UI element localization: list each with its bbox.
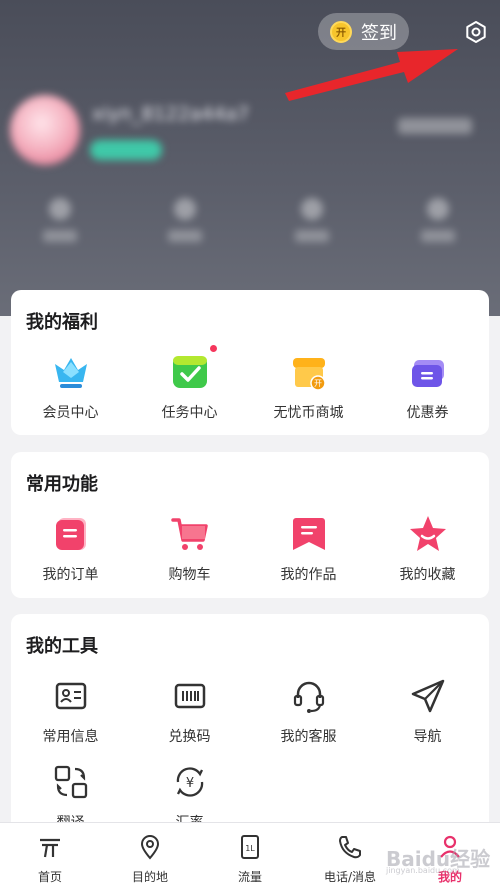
headset-icon [293,681,324,713]
signin-button[interactable]: 开 签到 [318,13,409,50]
tools-card: 我的工具 常用信息 兑换码 我的客服 导航 ¥ [11,614,489,839]
item-label: 兑换码 [168,729,211,745]
location-pin-icon [140,835,160,860]
signin-label: 签到 [361,22,397,44]
paper-plane-icon [411,679,444,713]
barcode-icon [174,683,205,709]
svg-text:1L: 1L [245,844,255,853]
works-icon [292,518,325,550]
phone-icon [339,836,361,859]
welfare-title: 我的福利 [26,312,98,333]
home-icon [40,838,60,858]
common-title: 常用功能 [26,474,98,495]
cart-item[interactable]: 购物车 [130,514,249,584]
item-label: 优惠券 [406,405,449,421]
item-label: 我的作品 [280,567,337,583]
customer-service-item[interactable]: 我的客服 [249,676,368,746]
hexagon-settings-icon [466,21,486,43]
watermark-url: jingyan.baidu.com [386,866,460,875]
stat-item[interactable] [40,198,80,248]
task-check-icon [172,356,207,388]
item-label: 导航 [413,729,442,745]
common-info-item[interactable]: 常用信息 [11,676,130,746]
coupon-icon [411,360,444,387]
coupon-item[interactable]: 优惠券 [368,352,487,422]
item-label: 我的收藏 [399,567,456,583]
navigation-item[interactable]: 导航 [368,676,487,746]
settings-button[interactable] [458,14,494,50]
nav-data[interactable]: 1L 流量 [200,823,300,883]
nav-home[interactable]: 首页 [0,823,100,883]
cart-icon [170,518,208,550]
id-card-icon [55,682,86,710]
exchange-rate-icon: ¥ [176,767,203,797]
star-icon [409,516,446,551]
coin-icon: 开 [330,20,352,43]
member-center-item[interactable]: 会员中心 [11,352,130,422]
my-works-item[interactable]: 我的作品 [249,514,368,584]
stat-item[interactable] [165,198,205,248]
order-icon [55,518,86,550]
translate-icon [54,765,87,799]
sim-card-icon: 1L [241,835,259,859]
nav-phone-messages[interactable]: 电话/消息 [300,823,400,883]
profile-link[interactable] [398,118,472,134]
notification-dot [208,344,218,353]
item-label: 我的订单 [42,567,99,583]
nav-label: 首页 [37,870,62,883]
crown-icon [54,358,87,388]
tools-title: 我的工具 [26,636,98,657]
common-functions-card: 常用功能 我的订单 购物车 我的作品 我的收藏 [11,452,489,598]
stat-item[interactable] [292,198,332,248]
favorites-item[interactable]: 我的收藏 [368,514,487,584]
coin-store-icon: 开 [292,358,326,391]
svg-text:¥: ¥ [185,776,193,791]
redeem-code-item[interactable]: 兑换码 [130,676,249,746]
coin-store-item[interactable]: 开 无忧币商城 [249,352,368,422]
nav-label: 电话/消息 [323,870,377,883]
task-center-item[interactable]: 任务中心 [130,344,249,422]
item-label: 我的客服 [280,729,337,745]
item-label: 无忧币商城 [273,405,344,421]
member-badge [90,140,162,160]
item-label: 任务中心 [161,405,218,421]
my-orders-item[interactable]: 我的订单 [11,514,130,584]
stat-item[interactable] [418,198,458,248]
welfare-card: 我的福利 会员中心 任务中心 开 无忧币商城 优惠券 [11,290,489,435]
avatar[interactable] [10,95,80,165]
item-label: 常用信息 [42,729,99,745]
nav-label: 目的地 [131,870,168,883]
item-label: 会员中心 [42,405,99,421]
username[interactable]: xiyn_8122a44a7 [92,103,249,125]
nav-destination[interactable]: 目的地 [100,823,200,883]
profile-header: xiyn_8122a44a7 开 签到 [0,0,500,316]
svg-text:开: 开 [314,379,322,388]
item-label: 购物车 [168,567,211,583]
nav-label: 流量 [237,870,262,883]
